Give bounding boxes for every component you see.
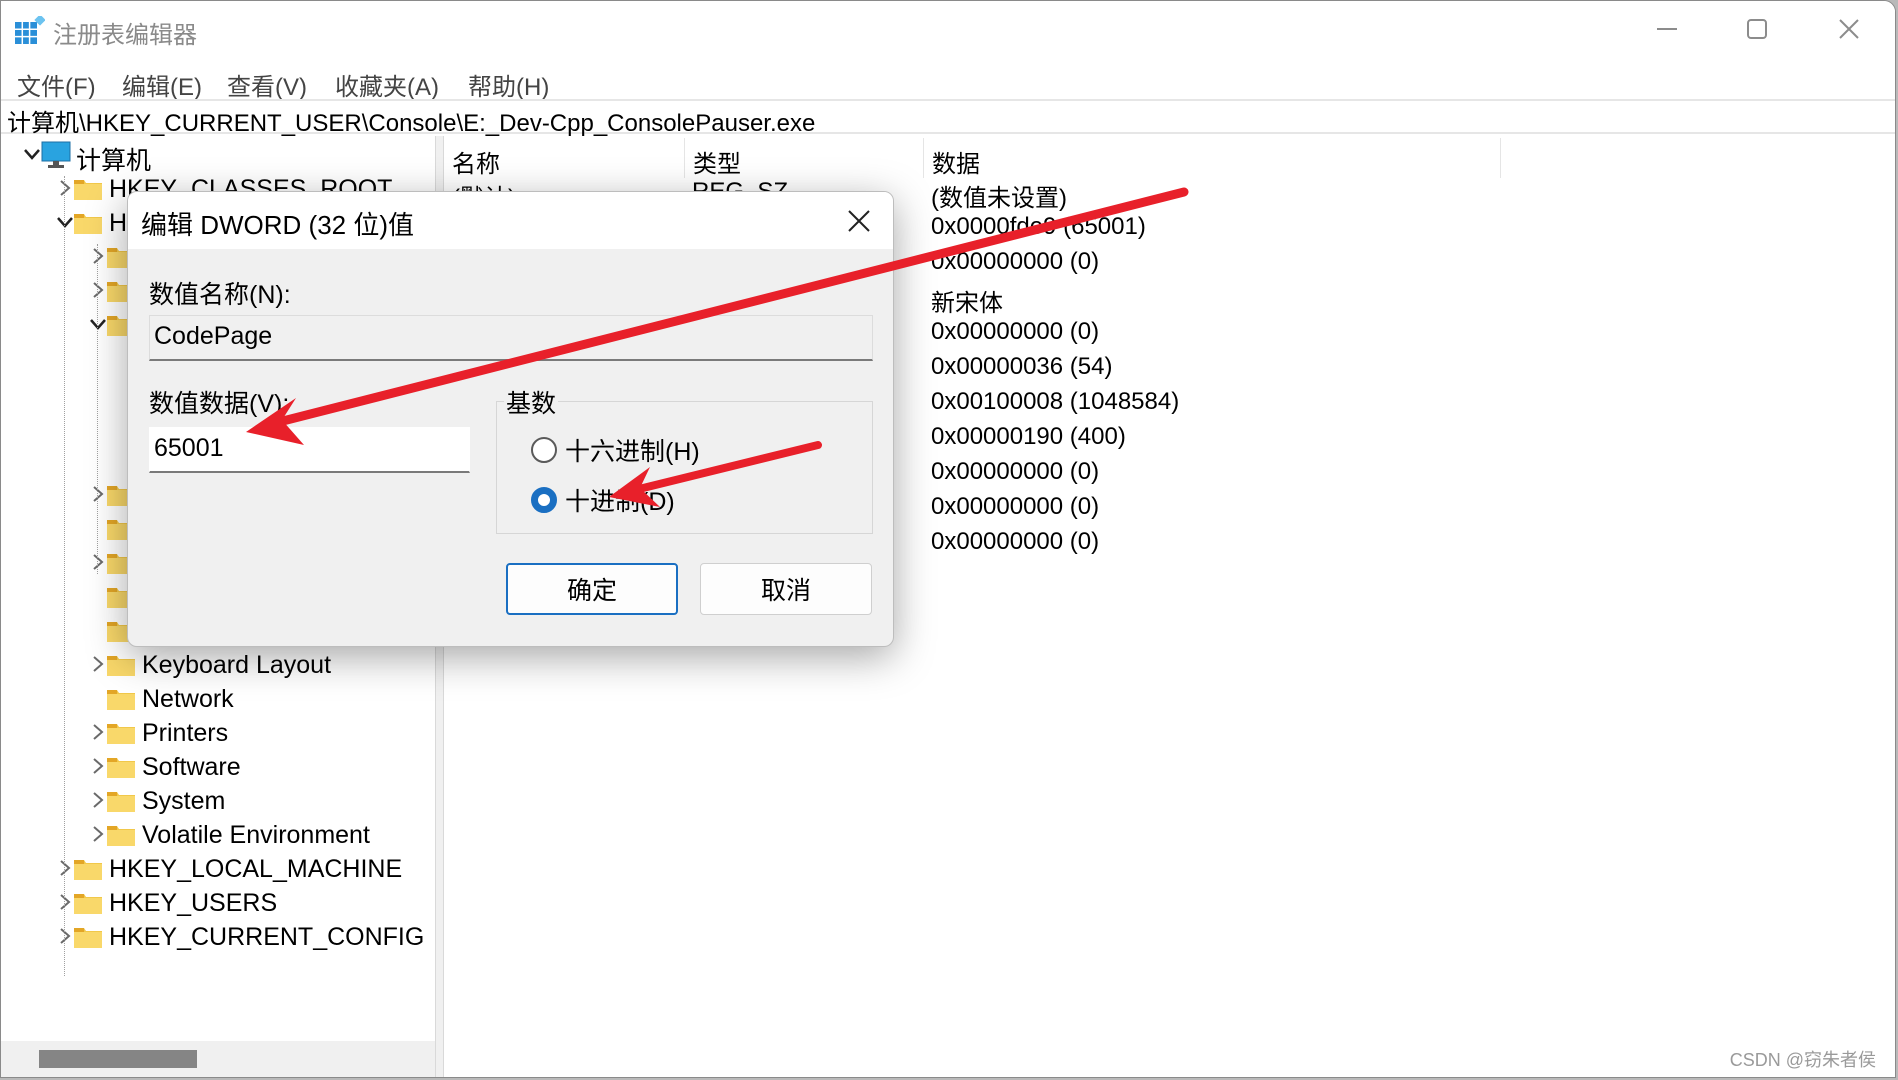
value-data: 0x0000fde9 (65001) — [931, 213, 1146, 240]
folder-icon — [74, 178, 102, 200]
menu-bar: 文件(F) 编辑(E) 查看(V) 收藏夹(A) 帮助(H) — [1, 59, 1895, 101]
cancel-button[interactable]: 取消 — [700, 563, 872, 615]
value-data: 新宋体 — [931, 290, 1003, 317]
value-data-label: 数值数据(V): — [149, 390, 290, 418]
maximize-button[interactable] — [1711, 1, 1803, 57]
tree-item[interactable]: HKEY_CURRENT_CONFIG — [1, 920, 435, 954]
chevron-right-icon[interactable] — [87, 550, 109, 574]
maximize-icon — [1747, 19, 1767, 39]
registry-editor-icon — [15, 16, 45, 44]
folder-icon — [74, 212, 102, 234]
dialog-close-button[interactable] — [839, 202, 879, 240]
chevron-right-icon[interactable] — [87, 822, 109, 846]
tree-item-label: H — [109, 209, 128, 237]
base-label: 基数 — [504, 384, 559, 420]
scrollbar-thumb[interactable] — [39, 1050, 197, 1068]
value-data: 0x00000000 (0) — [931, 458, 1100, 485]
tree-item-label: HKEY_USERS — [109, 889, 278, 917]
chevron-right-icon[interactable] — [87, 278, 109, 302]
tree-item[interactable]: System — [1, 784, 435, 818]
tree-item[interactable]: Printers — [1, 716, 435, 750]
chevron-down-icon[interactable] — [54, 210, 76, 234]
column-header-name[interactable]: 名称 — [444, 138, 685, 178]
watermark: CSDN @窃朱者侯 — [1729, 1050, 1876, 1070]
value-data: 0x00000036 (54) — [931, 353, 1113, 380]
folder-icon — [107, 790, 135, 812]
radio-hex-label: 十六进制(H) — [565, 438, 700, 466]
minimize-button[interactable] — [1621, 1, 1713, 57]
tree-item[interactable]: Software — [1, 750, 435, 784]
tree-item-label: Printers — [142, 719, 229, 747]
folder-icon — [107, 756, 135, 778]
chevron-right-icon[interactable] — [87, 788, 109, 812]
folder-icon — [74, 858, 102, 880]
tree-guide-line — [64, 176, 65, 976]
chevron-right-icon[interactable] — [54, 890, 76, 914]
folder-icon — [107, 688, 135, 710]
tree-item[interactable]: HKEY_LOCAL_MACHINE — [1, 852, 435, 886]
value-data: 0x00000000 (0) — [931, 318, 1100, 345]
folder-icon — [107, 722, 135, 744]
chevron-right-icon[interactable] — [87, 720, 109, 744]
edit-dword-dialog: 编辑 DWORD (32 位)值 数值名称(N): CodePage 数值数据(… — [127, 191, 894, 647]
folder-icon — [107, 654, 135, 676]
dialog-title-bar: 编辑 DWORD (32 位)值 — [128, 192, 893, 249]
close-icon — [848, 210, 870, 232]
chevron-right-icon[interactable] — [87, 482, 109, 506]
ok-button[interactable]: 确定 — [506, 563, 678, 615]
value-data: 0x00100008 (1048584) — [931, 388, 1180, 415]
tree-item-label: HKEY_LOCAL_MACHINE — [109, 855, 403, 883]
chevron-right-icon[interactable] — [87, 652, 109, 676]
radio-hexadecimal[interactable]: 十六进制(H) — [531, 432, 700, 468]
tree-horizontal-scrollbar[interactable] — [1, 1041, 435, 1077]
chevron-right-icon[interactable] — [87, 754, 109, 778]
dialog-title: 编辑 DWORD (32 位)值 — [141, 210, 415, 240]
value-data: 0x00000000 (0) — [931, 493, 1100, 520]
folder-icon — [107, 824, 135, 846]
value-name-field: CodePage — [149, 315, 873, 361]
tree-item-label: Network — [142, 685, 234, 713]
radio-decimal[interactable]: 十进制(D) — [531, 482, 675, 518]
value-data-input[interactable]: 65001 — [149, 427, 470, 473]
value-data: 0x00000000 (0) — [931, 528, 1100, 555]
close-button[interactable] — [1803, 1, 1895, 57]
folder-icon — [74, 892, 102, 914]
window-title: 注册表编辑器 — [53, 22, 197, 49]
chevron-down-icon[interactable] — [87, 312, 109, 336]
title-bar: 注册表编辑器 — [1, 1, 1895, 57]
close-icon — [1839, 19, 1859, 39]
value-name-label: 数值名称(N): — [149, 281, 291, 309]
tree-item-label: HKEY_CURRENT_CONFIG — [109, 923, 425, 951]
tree-item[interactable]: HKEY_USERS — [1, 886, 435, 920]
tree-item-label: System — [142, 787, 226, 815]
chevron-down-icon[interactable] — [21, 142, 43, 166]
folder-icon — [74, 926, 102, 948]
tree-item[interactable]: 计算机 — [1, 138, 435, 175]
radio-selected-icon — [531, 487, 557, 513]
tree-item-label: Software — [142, 753, 241, 781]
value-data: (数值未设置) — [931, 185, 1067, 212]
radio-dec-label: 十进制(D) — [565, 488, 675, 516]
chevron-right-icon[interactable] — [54, 856, 76, 880]
chevron-right-icon[interactable] — [54, 924, 76, 948]
column-header-data[interactable]: 数据 — [924, 138, 1501, 178]
chevron-right-icon[interactable] — [54, 176, 76, 200]
tree-item[interactable]: Keyboard Layout — [1, 648, 435, 682]
tree-item-label: Keyboard Layout — [142, 651, 332, 679]
tree-item[interactable]: Network — [1, 682, 435, 716]
column-header-type[interactable]: 类型 — [685, 138, 924, 178]
address-bar[interactable]: 计算机\HKEY_CURRENT_USER\Console\E:_Dev-Cpp… — [1, 99, 1895, 137]
radio-unselected-icon — [531, 437, 557, 463]
tree-guide-line — [97, 244, 98, 574]
value-data: 0x00000190 (400) — [931, 423, 1126, 450]
chevron-right-icon[interactable] — [87, 244, 109, 268]
computer-icon — [41, 141, 71, 168]
tree-item[interactable]: Volatile Environment — [1, 818, 435, 852]
minimize-icon — [1657, 28, 1677, 30]
tree-item-label: Volatile Environment — [142, 821, 370, 849]
value-data: 0x00000000 (0) — [931, 248, 1100, 275]
